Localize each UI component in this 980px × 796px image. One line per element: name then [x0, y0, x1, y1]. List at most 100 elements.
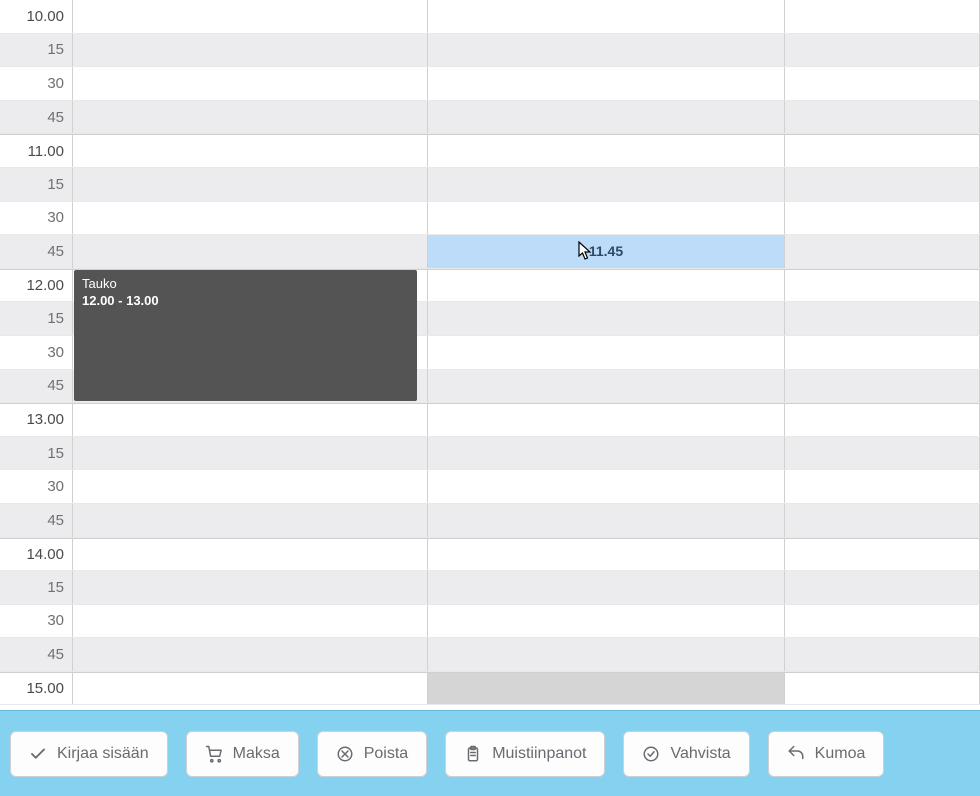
calendar-cell[interactable]: [785, 67, 980, 100]
calendar-cell[interactable]: [73, 470, 428, 503]
calendar-cell[interactable]: [785, 0, 980, 33]
calendar-cell[interactable]: [73, 135, 428, 167]
confirm-label: Vahvista: [670, 745, 730, 763]
notes-button[interactable]: Muistiinpanot: [445, 731, 605, 777]
time-label: 30: [0, 470, 73, 503]
calendar-cell[interactable]: [785, 302, 980, 335]
calendar-cell[interactable]: [73, 404, 428, 436]
calendar-cell[interactable]: [785, 673, 980, 705]
calendar-cell[interactable]: [73, 67, 428, 100]
time-label: 13.00: [0, 404, 73, 436]
undo-icon: [787, 745, 805, 763]
calendar-cell[interactable]: [785, 370, 980, 403]
delete-button[interactable]: Poista: [317, 731, 427, 777]
pay-button[interactable]: Maksa: [186, 731, 299, 777]
calendar-cell[interactable]: [428, 437, 785, 470]
pay-label: Maksa: [233, 745, 280, 763]
calendar-cell[interactable]: [73, 504, 428, 537]
time-label: 45: [0, 370, 73, 403]
calendar-cell[interactable]: [785, 437, 980, 470]
time-label: 15: [0, 168, 73, 201]
calendar-cell[interactable]: [73, 437, 428, 470]
time-label: 15: [0, 302, 73, 335]
action-toolbar: Kirjaa sisään Maksa Poista Muistiinpanot…: [0, 710, 980, 796]
clipboard-icon: [464, 745, 482, 763]
calendar-cell[interactable]: [428, 504, 785, 537]
calendar-cell[interactable]: [73, 638, 428, 671]
calendar-cell[interactable]: [428, 34, 785, 67]
time-label: 30: [0, 336, 73, 369]
calendar-cell[interactable]: [785, 34, 980, 67]
calendar-event[interactable]: Tauko 12.00 - 13.00: [74, 270, 417, 401]
calendar-cell[interactable]: [73, 101, 428, 134]
calendar-cell[interactable]: [785, 270, 980, 302]
calendar-cell[interactable]: [73, 0, 428, 33]
calendar-grid[interactable]: 10.0015304511.0015304511.4512.0015304513…: [0, 0, 980, 710]
calendar-cell[interactable]: [428, 0, 785, 33]
event-title: Tauko: [82, 276, 409, 293]
time-label: 15: [0, 437, 73, 470]
calendar-cell[interactable]: [785, 605, 980, 638]
calendar-cell[interactable]: [785, 638, 980, 671]
time-label: 10.00: [0, 0, 73, 33]
calendar-cell[interactable]: [428, 336, 785, 369]
time-label: 45: [0, 504, 73, 537]
calendar-cell[interactable]: [73, 539, 428, 571]
calendar-cell[interactable]: [73, 605, 428, 638]
calendar-cell[interactable]: [73, 34, 428, 67]
time-label: 14.00: [0, 539, 73, 571]
calendar-cell[interactable]: [785, 202, 980, 235]
check-icon: [29, 745, 47, 763]
calendar-cell[interactable]: [73, 168, 428, 201]
checkin-button[interactable]: Kirjaa sisään: [10, 731, 168, 777]
calendar-cell[interactable]: [785, 135, 980, 167]
calendar-cell[interactable]: [428, 673, 785, 705]
checkin-label: Kirjaa sisään: [57, 745, 149, 763]
calendar-cell[interactable]: [428, 605, 785, 638]
calendar-cell[interactable]: [73, 673, 428, 705]
calendar-cell[interactable]: [785, 101, 980, 134]
time-label: 45: [0, 638, 73, 671]
cart-icon: [205, 745, 223, 763]
calendar-cell[interactable]: [73, 202, 428, 235]
calendar-cell[interactable]: [428, 539, 785, 571]
calendar-cell[interactable]: [428, 168, 785, 201]
undo-button[interactable]: Kumoa: [768, 731, 885, 777]
calendar-cell[interactable]: [428, 470, 785, 503]
calendar-cell[interactable]: [785, 235, 980, 268]
calendar-cell[interactable]: [428, 404, 785, 436]
time-label: 30: [0, 605, 73, 638]
calendar-cell[interactable]: [428, 638, 785, 671]
confirm-icon: [642, 745, 660, 763]
time-label: 45: [0, 101, 73, 134]
time-label: 45: [0, 235, 73, 268]
time-label: 15: [0, 34, 73, 67]
calendar-cell[interactable]: [428, 270, 785, 302]
calendar-cell[interactable]: [428, 135, 785, 167]
calendar-cell[interactable]: [428, 101, 785, 134]
time-label: 30: [0, 67, 73, 100]
calendar-cell[interactable]: [785, 168, 980, 201]
calendar-cell[interactable]: [428, 370, 785, 403]
calendar-cell[interactable]: [785, 404, 980, 436]
calendar-cell[interactable]: [428, 571, 785, 604]
time-label: 12.00: [0, 270, 73, 302]
time-label: 30: [0, 202, 73, 235]
calendar-cell[interactable]: [785, 336, 980, 369]
calendar-cell[interactable]: [428, 67, 785, 100]
calendar-cell[interactable]: [73, 571, 428, 604]
undo-label: Kumoa: [815, 745, 866, 763]
calendar-cell[interactable]: [785, 470, 980, 503]
calendar-cell[interactable]: [428, 202, 785, 235]
delete-icon: [336, 745, 354, 763]
time-label: 15: [0, 571, 73, 604]
calendar-cell[interactable]: [785, 504, 980, 537]
calendar-cell[interactable]: [73, 235, 428, 268]
calendar-cell[interactable]: [785, 539, 980, 571]
confirm-button[interactable]: Vahvista: [623, 731, 749, 777]
time-label: 11.00: [0, 135, 73, 167]
time-label: 15.00: [0, 673, 73, 705]
calendar-cell-hover[interactable]: 11.45: [428, 235, 785, 268]
calendar-cell[interactable]: [785, 571, 980, 604]
calendar-cell[interactable]: [428, 302, 785, 335]
